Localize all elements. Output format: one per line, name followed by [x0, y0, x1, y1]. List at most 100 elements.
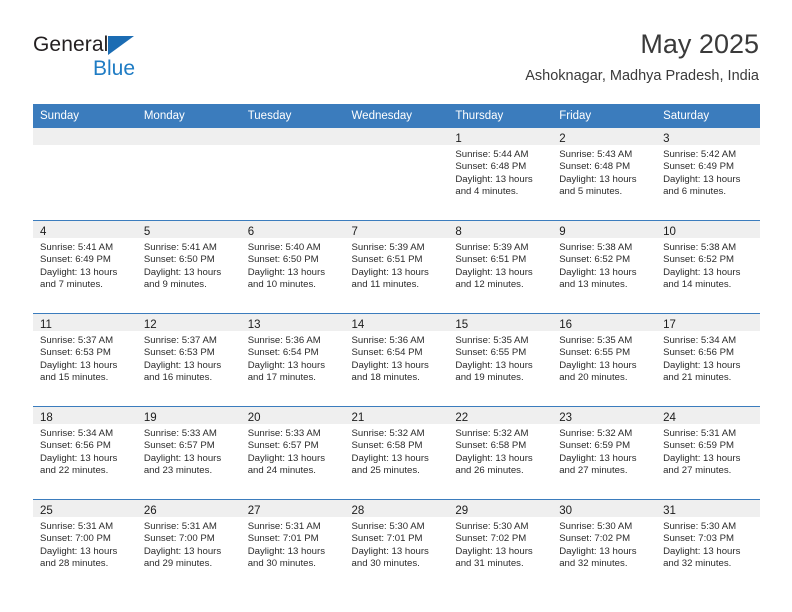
calendar-day-cell[interactable]: 2 Sunrise: 5:43 AM Sunset: 6:48 PM Daylight…	[552, 128, 657, 221]
calendar-day-cell[interactable]: 28 Sunrise: 5:30 AM Sunset: 7:01 PM Dayligh…	[344, 499, 449, 592]
sunrise-text: Sunrise: 5:33 AM	[143, 428, 217, 439]
calendar-day-cell[interactable]: 20 Sunrise: 5:33 AM Sunset: 6:57 PM Dayligh…	[240, 406, 345, 500]
day-number-strip: 1	[448, 128, 553, 145]
day-details: Sunrise: 5:30 AM Sunset: 7:03 PM Daylight:…	[656, 517, 760, 571]
daylight-text-line1: Daylight: 13 hours	[351, 359, 429, 371]
sunset-text: Sunset: 6:58 PM	[351, 440, 423, 452]
sunset-text: Sunset: 7:02 PM	[559, 533, 631, 545]
daylight-text-line2: and 28 minutes.	[40, 558, 109, 570]
calendar-day-cell[interactable]: 25 Sunrise: 5:31 AM Sunset: 7:00 PM Dayligh…	[33, 499, 137, 592]
day-cell-inner: 2 Sunrise: 5:43 AM Sunset: 6:48 PM Daylight…	[552, 128, 657, 220]
calendar-day-cell[interactable]: 24 Sunrise: 5:31 AM Sunset: 6:59 PM Dayligh…	[656, 406, 760, 500]
calendar-day-cell[interactable]: 6 Sunrise: 5:40 AM Sunset: 6:50 PM Daylight…	[240, 220, 345, 314]
calendar-cell-empty	[240, 128, 345, 221]
day-details: Sunrise: 5:32 AM Sunset: 6:58 PM Daylight:…	[345, 424, 449, 478]
sunrise-text: Sunrise: 5:39 AM	[455, 242, 529, 253]
daylight-text-line2: and 14 minutes.	[663, 279, 732, 291]
day-details: Sunrise: 5:33 AM Sunset: 6:57 PM Daylight:…	[241, 424, 345, 478]
daylight-text-line1: Daylight: 13 hours	[663, 266, 741, 278]
day-number: 16	[559, 319, 573, 331]
calendar-day-cell[interactable]: 10 Sunrise: 5:38 AM Sunset: 6:52 PM Dayligh…	[656, 220, 760, 314]
sunrise-text: Sunrise: 5:38 AM	[663, 242, 737, 253]
day-number-strip: 26	[136, 500, 241, 517]
day-number: 26	[143, 505, 157, 517]
daylight-text-line2: and 29 minutes.	[143, 558, 213, 570]
day-number: 25	[40, 505, 53, 517]
calendar-day-cell[interactable]: 21 Sunrise: 5:32 AM Sunset: 6:58 PM Dayligh…	[344, 406, 449, 500]
day-cell-inner: 31 Sunrise: 5:30 AM Sunset: 7:03 PM Dayligh…	[656, 500, 760, 592]
calendar-day-cell[interactable]: 31 Sunrise: 5:30 AM Sunset: 7:03 PM Dayligh…	[656, 499, 760, 592]
calendar-day-cell[interactable]: 17 Sunrise: 5:34 AM Sunset: 6:56 PM Dayligh…	[656, 313, 760, 407]
calendar-day-cell[interactable]: 3 Sunrise: 5:42 AM Sunset: 6:49 PM Daylight…	[656, 128, 760, 221]
calendar-day-cell[interactable]: 12 Sunrise: 5:37 AM Sunset: 6:53 PM Dayligh…	[136, 313, 241, 407]
general-blue-logo[interactable]: General Blue	[33, 32, 253, 88]
sunrise-text: Sunrise: 5:32 AM	[455, 428, 529, 439]
calendar-day-cell[interactable]: 9 Sunrise: 5:38 AM Sunset: 6:52 PM Daylight…	[552, 220, 657, 314]
weekday-header-thursday: Thursday	[448, 104, 553, 128]
calendar-day-cell[interactable]: 11 Sunrise: 5:37 AM Sunset: 6:53 PM Dayligh…	[33, 313, 137, 407]
day-number-strip: 22	[448, 407, 553, 424]
calendar-day-cell[interactable]: 15 Sunrise: 5:35 AM Sunset: 6:55 PM Dayligh…	[448, 313, 553, 407]
daylight-text-line2: and 25 minutes.	[351, 465, 420, 477]
day-details: Sunrise: 5:44 AM Sunset: 6:48 PM Daylight:…	[448, 145, 552, 199]
calendar-day-cell[interactable]: 7 Sunrise: 5:39 AM Sunset: 6:51 PM Daylight…	[344, 220, 449, 314]
sunset-text: Sunset: 6:51 PM	[455, 254, 527, 266]
sunset-text: Sunset: 6:48 PM	[559, 161, 631, 173]
calendar-day-cell[interactable]: 29 Sunrise: 5:30 AM Sunset: 7:02 PM Dayligh…	[448, 499, 553, 592]
day-cell-inner	[33, 128, 137, 220]
calendar-day-cell[interactable]: 5 Sunrise: 5:41 AM Sunset: 6:50 PM Daylight…	[136, 220, 241, 314]
day-details: Sunrise: 5:35 AM Sunset: 6:55 PM Daylight:…	[552, 331, 656, 385]
calendar-day-cell[interactable]: 23 Sunrise: 5:32 AM Sunset: 6:59 PM Dayligh…	[552, 406, 657, 500]
day-number: 21	[351, 412, 365, 424]
calendar-day-cell[interactable]: 19 Sunrise: 5:33 AM Sunset: 6:57 PM Dayligh…	[136, 406, 241, 500]
day-number-strip: 11	[33, 314, 137, 331]
calendar-day-cell[interactable]: 1 Sunrise: 5:44 AM Sunset: 6:48 PM Daylight…	[448, 128, 553, 221]
day-number-strip	[344, 128, 449, 145]
daylight-text-line2: and 18 minutes.	[351, 372, 420, 384]
weekday-header-sunday: Sunday	[33, 104, 137, 128]
daylight-text-line1: Daylight: 13 hours	[559, 545, 637, 557]
day-cell-inner: 11 Sunrise: 5:37 AM Sunset: 6:53 PM Dayligh…	[33, 314, 137, 406]
calendar-day-cell[interactable]: 30 Sunrise: 5:30 AM Sunset: 7:02 PM Dayligh…	[552, 499, 657, 592]
sunrise-text: Sunrise: 5:36 AM	[351, 335, 425, 346]
day-cell-inner	[136, 128, 241, 220]
calendar-day-cell[interactable]: 8 Sunrise: 5:39 AM Sunset: 6:51 PM Daylight…	[448, 220, 553, 314]
calendar-day-cell[interactable]: 18 Sunrise: 5:34 AM Sunset: 6:56 PM Dayligh…	[33, 406, 137, 500]
day-details: Sunrise: 5:33 AM Sunset: 6:57 PM Daylight:…	[137, 424, 241, 478]
day-details: Sunrise: 5:31 AM Sunset: 6:59 PM Daylight:…	[656, 424, 760, 478]
calendar-day-cell[interactable]: 22 Sunrise: 5:32 AM Sunset: 6:58 PM Dayligh…	[448, 406, 553, 500]
day-number-strip: 21	[344, 407, 449, 424]
day-number: 2	[559, 133, 566, 145]
calendar-day-cell[interactable]: 14 Sunrise: 5:36 AM Sunset: 6:54 PM Dayligh…	[344, 313, 449, 407]
day-number: 17	[663, 319, 676, 331]
calendar-day-cell[interactable]: 27 Sunrise: 5:31 AM Sunset: 7:01 PM Dayligh…	[240, 499, 345, 592]
daylight-text-line1: Daylight: 13 hours	[40, 359, 118, 371]
daylight-text-line2: and 32 minutes.	[663, 558, 732, 570]
calendar-day-cell[interactable]: 16 Sunrise: 5:35 AM Sunset: 6:55 PM Dayligh…	[552, 313, 657, 407]
day-details: Sunrise: 5:43 AM Sunset: 6:48 PM Daylight:…	[552, 145, 656, 199]
sunrise-text: Sunrise: 5:33 AM	[247, 428, 321, 439]
calendar-day-cell[interactable]: 26 Sunrise: 5:31 AM Sunset: 7:00 PM Dayligh…	[136, 499, 241, 592]
calendar-cell-empty	[33, 128, 137, 221]
weekday-header-tuesday: Tuesday	[240, 104, 345, 128]
daylight-text-line2: and 10 minutes.	[247, 279, 316, 291]
sunset-text: Sunset: 6:59 PM	[663, 440, 734, 452]
sunset-text: Sunset: 6:54 PM	[351, 347, 423, 359]
day-details: Sunrise: 5:36 AM Sunset: 6:54 PM Daylight:…	[345, 331, 449, 385]
calendar-week-row: 18 Sunrise: 5:34 AM Sunset: 6:56 PM Dayligh…	[33, 406, 760, 500]
day-number: 1	[455, 133, 462, 145]
sunrise-text: Sunrise: 5:37 AM	[40, 335, 114, 346]
daylight-text-line2: and 20 minutes.	[559, 372, 628, 384]
day-cell-inner: 29 Sunrise: 5:30 AM Sunset: 7:02 PM Dayligh…	[448, 500, 553, 592]
daylight-text-line1: Daylight: 13 hours	[40, 545, 118, 557]
calendar-day-cell[interactable]: 4 Sunrise: 5:41 AM Sunset: 6:49 PM Daylight…	[33, 220, 137, 314]
day-number-strip: 19	[136, 407, 241, 424]
day-cell-inner: 20 Sunrise: 5:33 AM Sunset: 6:57 PM Dayligh…	[240, 407, 345, 499]
daylight-text-line1: Daylight: 13 hours	[143, 452, 222, 464]
sunset-text: Sunset: 6:49 PM	[40, 254, 111, 266]
day-cell-inner: 24 Sunrise: 5:31 AM Sunset: 6:59 PM Dayligh…	[656, 407, 760, 499]
sunset-text: Sunset: 7:02 PM	[455, 533, 527, 545]
sunset-text: Sunset: 6:52 PM	[559, 254, 631, 266]
calendar-day-cell[interactable]: 13 Sunrise: 5:36 AM Sunset: 6:54 PM Dayligh…	[240, 313, 345, 407]
daylight-text-line1: Daylight: 13 hours	[40, 266, 118, 278]
